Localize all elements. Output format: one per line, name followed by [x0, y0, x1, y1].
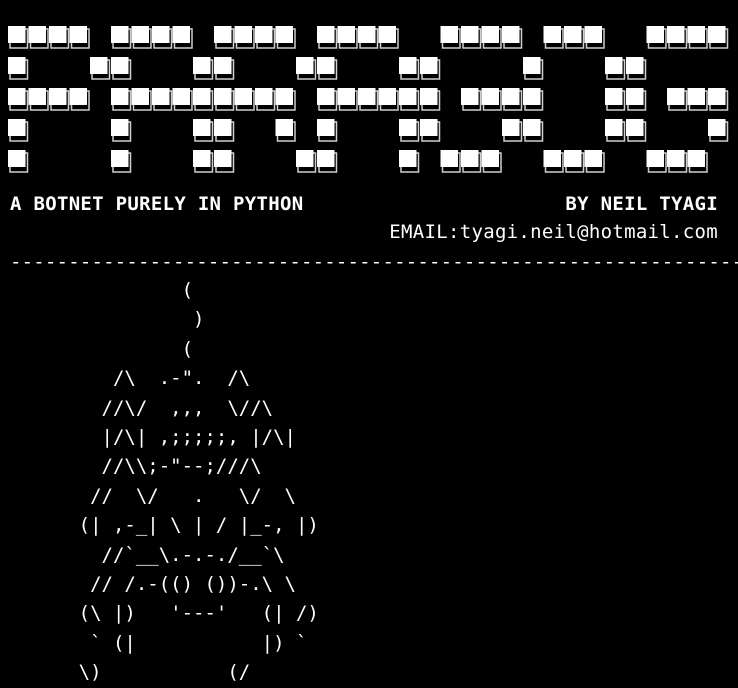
- banner-letter-a: [317, 26, 420, 173]
- banner-letter-a: [111, 26, 214, 173]
- banner-letter-g: [420, 26, 523, 173]
- banner-graphic: [8, 26, 729, 173]
- banner-letter-r: [214, 26, 317, 173]
- divider-line: ----------------------------------------…: [10, 251, 738, 273]
- author-email: EMAIL:tyagi.neil@hotmail.com: [389, 221, 718, 243]
- banner-letter-o: [523, 26, 626, 173]
- terminal-window: A BOTNET PURELY IN PYTHON BY NEIL TYAGI …: [0, 0, 738, 683]
- author-credit: BY NEIL TYAGI: [565, 193, 718, 215]
- ascii-art-bug: ( ) ( /\ .-". /\ //\/ ,,, \//\ |/\| ,;;;…: [78, 279, 319, 684]
- banner-letter-p: [8, 26, 111, 173]
- ascii-title-banner: [8, 22, 730, 182]
- banner-letter-g: [626, 26, 729, 173]
